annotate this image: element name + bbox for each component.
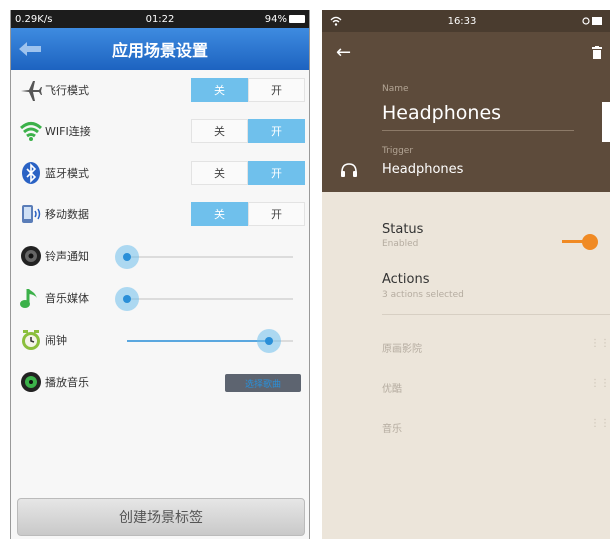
bluetooth-toggle[interactable]: 关 开: [191, 161, 305, 185]
airplane-icon: [21, 81, 42, 101]
setting-row-play-music: 播放音乐 选择歌曲: [11, 362, 309, 402]
headphones-icon: [341, 163, 357, 177]
mobile-data-toggle[interactable]: 关 开: [191, 202, 305, 226]
battery-icon: [582, 17, 602, 25]
status-bar: 0.29K/s 01:22 94%: [11, 10, 309, 28]
speaker-icon: [21, 246, 41, 266]
status-title[interactable]: Status: [382, 222, 423, 237]
toggle-off-option[interactable]: 关: [191, 202, 248, 226]
network-speed: 0.29K/s: [15, 13, 53, 25]
right-phone-screen: 16:33 ← Name Headphones Trigger Headphon…: [322, 10, 610, 539]
profile-header: ← Name Headphones Trigger Headphones: [322, 32, 610, 192]
wifi-toggle[interactable]: 关 开: [191, 119, 305, 143]
battery-percent: 94%: [264, 13, 287, 25]
name-field-label: Name: [382, 84, 409, 94]
setting-label: 播放音乐: [45, 376, 89, 389]
toggle-off-option[interactable]: 关: [191, 119, 248, 143]
setting-row-bluetooth: 蓝牙模式 关 开: [11, 153, 309, 193]
create-scene-button[interactable]: 创建场景标签: [17, 498, 305, 536]
music-note-icon: [20, 289, 37, 308]
music-player-icon: [21, 372, 41, 392]
toggle-off-option[interactable]: 关: [191, 161, 248, 185]
alarm-clock-icon: [22, 330, 40, 350]
actions-subtitle: 3 actions selected: [382, 290, 464, 300]
setting-label: 飞行模式: [45, 84, 89, 97]
screenshot-root: 0.29K/s 01:22 94% 应用场景设置 飞行模式 关 开 WIFI连接…: [0, 0, 610, 539]
setting-row-wifi: WIFI连接 关 开: [11, 111, 309, 151]
divider: [382, 314, 610, 315]
back-arrow-icon[interactable]: [19, 42, 41, 56]
ringtone-slider-knob[interactable]: [115, 245, 139, 269]
setting-label: 移动数据: [45, 208, 89, 221]
setting-row-ringtone: 铃声通知: [11, 236, 309, 276]
status-time: 01:22: [145, 13, 175, 25]
name-field-underline: [382, 130, 574, 131]
action-item-app[interactable]: 音乐: [382, 420, 402, 435]
toggle-on-option[interactable]: 开: [248, 119, 305, 143]
status-toggle-switch[interactable]: [562, 232, 598, 252]
media-slider-track[interactable]: [127, 298, 293, 300]
action-item-app[interactable]: 原画影院: [382, 340, 422, 355]
setting-label: WIFI连接: [45, 125, 91, 138]
setting-label: 蓝牙模式: [45, 167, 89, 180]
status-time: 16:33: [447, 15, 477, 27]
alarm-slider-fill: [127, 340, 269, 342]
alarm-slider-knob[interactable]: [257, 329, 281, 353]
page-title: 应用场景设置: [111, 41, 208, 60]
battery-status: 94%: [213, 14, 305, 25]
name-field[interactable]: Headphones: [382, 102, 501, 124]
drag-handle-icon[interactable]: ⋮⋮: [590, 378, 610, 389]
side-panel-edge: [602, 102, 610, 142]
setting-label: 铃声通知: [45, 250, 89, 263]
battery-icon: [289, 14, 305, 23]
setting-row-mobile-data: 移动数据 关 开: [11, 194, 309, 234]
back-arrow-icon[interactable]: ←: [336, 42, 351, 63]
mobile-data-icon: [22, 205, 41, 223]
status-bar: 16:33: [322, 10, 610, 32]
drag-handle-icon[interactable]: ⋮⋮: [590, 418, 610, 429]
toggle-off-option[interactable]: 关: [191, 78, 248, 102]
choose-song-button[interactable]: 选择歌曲: [225, 374, 301, 392]
status-subtitle: Enabled: [382, 239, 419, 249]
left-phone-screen: 0.29K/s 01:22 94% 应用场景设置 飞行模式 关 开 WIFI连接…: [10, 10, 310, 539]
trigger-label: Trigger: [382, 146, 414, 156]
wifi-signal-icon: [330, 16, 342, 26]
media-slider-knob[interactable]: [115, 287, 139, 311]
actions-title[interactable]: Actions: [382, 272, 430, 287]
action-item-app[interactable]: 优酷: [382, 380, 402, 395]
toggle-on-option[interactable]: 开: [248, 78, 305, 102]
trash-icon[interactable]: [592, 46, 602, 59]
setting-row-alarm: 闹钟: [11, 320, 309, 360]
wifi-icon: [19, 122, 43, 141]
airplane-toggle[interactable]: 关 开: [191, 78, 305, 102]
bluetooth-icon: [22, 162, 40, 184]
app-header: 应用场景设置: [11, 28, 309, 70]
toggle-on-option[interactable]: 开: [248, 161, 305, 185]
setting-label: 音乐媒体: [45, 292, 89, 305]
trigger-value[interactable]: Headphones: [382, 162, 463, 177]
drag-handle-icon[interactable]: ⋮⋮: [590, 338, 610, 349]
setting-label: 闹钟: [45, 334, 67, 347]
ringtone-slider-track[interactable]: [127, 256, 293, 258]
toggle-on-option[interactable]: 开: [248, 202, 305, 226]
setting-row-media: 音乐媒体: [11, 278, 309, 318]
setting-row-airplane: 飞行模式 关 开: [11, 70, 309, 110]
switch-thumb: [582, 234, 598, 250]
